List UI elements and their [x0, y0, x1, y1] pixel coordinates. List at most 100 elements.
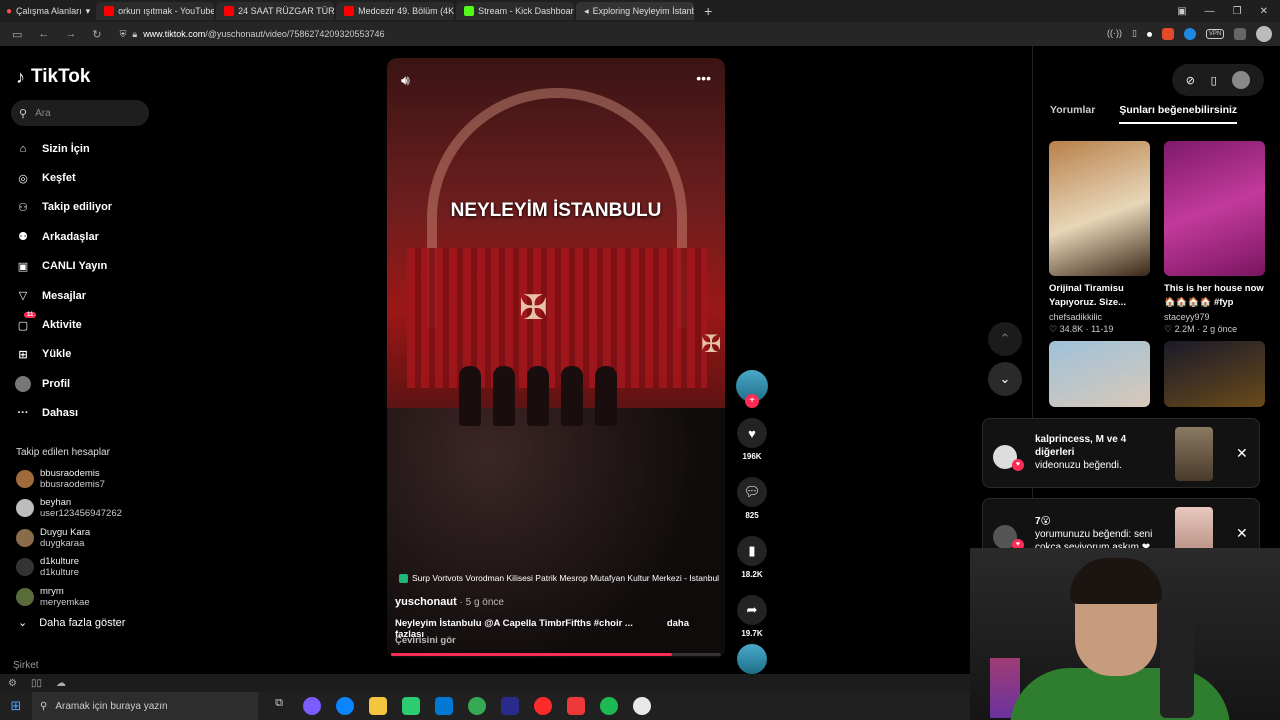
followed-accounts-title: Takip edilen hesaplar: [16, 447, 110, 458]
premiere-app-icon[interactable]: [501, 697, 519, 715]
copilot-app-icon[interactable]: [303, 697, 321, 715]
phone-icon[interactable]: ▯: [1211, 74, 1217, 87]
extensions-icon[interactable]: [1234, 28, 1246, 40]
bookmark-icon[interactable]: ▯: [1132, 28, 1137, 40]
tab-kick[interactable]: Stream - Kick Dashboard: [456, 2, 575, 20]
task-view-icon[interactable]: ⧉: [270, 697, 288, 715]
sidebar-item-following[interactable]: ⚇ Takip ediliyor: [14, 193, 164, 222]
profile-avatar-icon[interactable]: [1256, 26, 1272, 42]
user-avatar[interactable]: [1232, 71, 1251, 89]
tab-manager-icon[interactable]: ▣: [1177, 6, 1186, 17]
friends-icon: ⚉: [18, 231, 28, 244]
suggested-video-card[interactable]: [1164, 341, 1265, 407]
dot-icon[interactable]: [1147, 31, 1152, 37]
sidebar-item-friends[interactable]: ⚉ Arkadaşlar: [14, 222, 164, 251]
spotify-app-icon[interactable]: [600, 697, 618, 715]
suggested-video-card[interactable]: This is her house now 🏠🏠🏠🏠 #fyp staceyy9…: [1164, 141, 1265, 335]
tab-suggestions[interactable]: Şunları beğenebilirsiniz: [1119, 104, 1238, 124]
tile-icon[interactable]: ▯▯: [31, 678, 42, 689]
video-overlay-title: NEYLEYİM İSTANBULU: [450, 200, 662, 221]
more-options-icon[interactable]: •••: [696, 70, 711, 86]
video-thumbnail: [1164, 341, 1265, 407]
back-icon[interactable]: ←: [38, 28, 49, 41]
chrome-app-icon[interactable]: [468, 697, 486, 715]
maximize-icon[interactable]: ❐: [1233, 6, 1242, 17]
search-input[interactable]: ⚲ Ara: [11, 100, 149, 126]
avatar: [16, 499, 34, 518]
reload-icon[interactable]: ↻: [92, 28, 101, 41]
suggested-video-card[interactable]: Orijinal Tiramisu Yapıyoruz. Size... che…: [1049, 141, 1150, 335]
sidebar-item-messages[interactable]: ▽ Mesajlar: [14, 281, 164, 310]
minimize-icon[interactable]: —: [1205, 6, 1215, 17]
edge-app-icon[interactable]: [336, 697, 354, 715]
forward-icon[interactable]: →: [65, 28, 76, 41]
tiktok-logo[interactable]: ♪ TikTok: [16, 66, 90, 88]
opera-app-icon[interactable]: [534, 697, 552, 715]
followed-account[interactable]: Duygu Kara duygkaraa: [16, 523, 166, 553]
taskbar-search-input[interactable]: ⚲ Aramak için buraya yazın: [32, 692, 258, 720]
sidebar-toggle-icon[interactable]: ▭: [12, 28, 22, 41]
cloud-icon[interactable]: ☁: [56, 678, 66, 689]
sidebar-item-activity[interactable]: ▢ 11 Aktivite: [14, 310, 164, 339]
url-host: www.tiktok.com: [143, 29, 206, 39]
video-author[interactable]: yuschonaut · 5 g önce: [395, 596, 504, 608]
tab-comments[interactable]: Yorumlar: [1050, 104, 1095, 124]
card-meta: ♡ 2.2M · 2 g önce: [1164, 324, 1238, 334]
sidebar-item-more[interactable]: ··· Dahası: [14, 399, 164, 428]
vpn-icon[interactable]: VPN: [1206, 29, 1224, 39]
suggested-video-card[interactable]: [1049, 341, 1150, 407]
windows-start-icon[interactable]: ⊞: [0, 698, 32, 714]
compass-icon[interactable]: ⊘: [1186, 74, 1195, 87]
sidebar-item-upload[interactable]: ⊞ Yükle: [14, 340, 164, 369]
location-tag[interactable]: Surp Vortvots Vorodman Kilisesi Patrik M…: [399, 573, 719, 583]
next-video-button[interactable]: ⌄: [988, 362, 1022, 396]
extension-blue-icon[interactable]: [1184, 28, 1196, 40]
show-more-button[interactable]: ⌄ Daha fazla göster: [18, 616, 125, 630]
follow-plus-icon[interactable]: +: [745, 394, 759, 408]
share-button[interactable]: ➦: [737, 595, 767, 625]
volume-icon[interactable]: 🔊︎: [401, 72, 410, 89]
followed-account[interactable]: bbusraodemis bbusraodemis7: [16, 464, 166, 494]
account-handle: duygkaraa: [40, 537, 85, 549]
bookmark-icon: ▮: [748, 543, 756, 558]
cross-icon: ✠: [519, 289, 548, 327]
close-window-icon[interactable]: ✕: [1260, 6, 1268, 17]
obs-app-icon[interactable]: [633, 697, 651, 715]
search-placeholder: Ara: [35, 107, 51, 119]
new-tab-icon[interactable]: +: [696, 3, 720, 19]
url-field[interactable]: ⛨ 🔒︎ www.tiktok.com/@yuschonaut/video/75…: [120, 29, 385, 40]
followed-account[interactable]: beyhan user123456947262: [16, 494, 166, 524]
see-translation-link[interactable]: Çevirisini gör: [395, 635, 456, 646]
outlook-app-icon[interactable]: [435, 697, 453, 715]
video-progress-bar[interactable]: [391, 653, 721, 656]
close-icon[interactable]: ✕: [1236, 445, 1248, 462]
workspaces-button[interactable]: ● Çalışma Alanları ▾: [0, 0, 96, 22]
save-button[interactable]: ▮: [737, 536, 767, 566]
sidebar-menu: ⌂ Sizin İçin ◎ Keşfet ⚇ Takip ediliyor ⚉ Ark…: [14, 134, 164, 428]
sidebar-item-for-you[interactable]: ⌂ Sizin İçin: [14, 134, 164, 163]
file-explorer-app-icon[interactable]: [369, 697, 387, 715]
sidebar-item-explore[interactable]: ◎ Keşfet: [14, 163, 164, 192]
comment-button[interactable]: 💬︎: [737, 477, 767, 507]
author-avatar[interactable]: +: [736, 370, 768, 408]
like-button[interactable]: ♥: [737, 418, 767, 448]
company-link[interactable]: Şirket: [13, 660, 39, 671]
music-disc-icon[interactable]: [737, 644, 767, 674]
notification-toast[interactable]: ♥ kalprincess, M ve 4 diğerleri videonuzu…: [982, 418, 1260, 488]
tab-youtube-1[interactable]: orkun ışıtmak - YouTube: [96, 2, 215, 20]
vivaldi-app-icon[interactable]: [567, 697, 585, 715]
previous-video-button[interactable]: ⌃: [988, 322, 1022, 356]
tab-youtube-2[interactable]: 24 SAAT RÜZGAR TÜRBİNİ: [216, 2, 335, 20]
settings-icon[interactable]: ⚙: [8, 678, 17, 689]
followed-account[interactable]: mrym meryemkae: [16, 582, 166, 612]
video-player[interactable]: ✠ ✠ NEYLEYİM İSTANBULU 🔊︎ ••• Surp Vortv…: [387, 58, 725, 658]
store-app-icon[interactable]: [402, 697, 420, 715]
extension-red-icon[interactable]: [1162, 28, 1174, 40]
close-icon[interactable]: ✕: [1236, 525, 1248, 542]
tab-tiktok-active[interactable]: ◂ Exploring Neyleyim İstanbu: [576, 2, 695, 20]
sidebar-item-live[interactable]: ▣ CANLI Yayın: [14, 252, 164, 281]
sidebar-item-profile[interactable]: Profil: [14, 369, 164, 398]
followed-account[interactable]: d1kulture d1kulture: [16, 553, 166, 583]
cast-icon[interactable]: ((·)): [1107, 28, 1122, 40]
tab-youtube-3[interactable]: Medcezir 49. Bölüm (4K) -: [336, 2, 455, 20]
